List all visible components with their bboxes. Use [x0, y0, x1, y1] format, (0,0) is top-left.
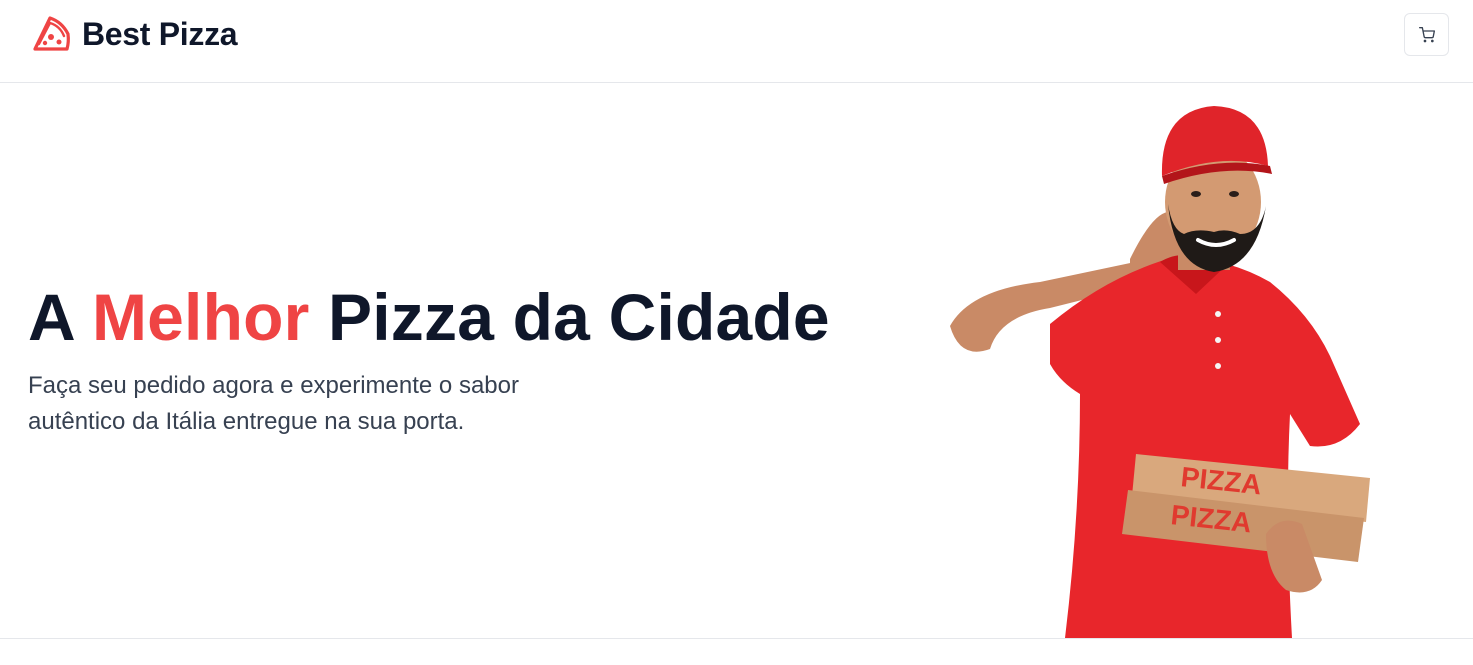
shopping-cart-icon: [1418, 26, 1435, 42]
delivery-man-image: PIZZA PIZZA: [950, 106, 1370, 638]
pizza-slice-icon: [33, 16, 70, 51]
hero-section: A Melhor Pizza da Cidade Faça seu pedido…: [0, 84, 1473, 638]
hero-title-end: Pizza da Cidade: [309, 280, 830, 354]
hero-subtitle: Faça seu pedido agora e experimente o sa…: [28, 372, 519, 435]
hero-title-accent: Melhor: [91, 280, 310, 354]
brand-name: Best Pizza: [82, 15, 238, 52]
brand[interactable]: Best Pizza: [28, 12, 238, 56]
hero-title: A Melhor Pizza da Cidade: [28, 279, 830, 355]
cart-button[interactable]: [1404, 13, 1449, 56]
section-divider: [0, 638, 1473, 639]
hero-title-start: A: [28, 280, 92, 354]
top-navbar: Best Pizza: [0, 0, 1473, 83]
